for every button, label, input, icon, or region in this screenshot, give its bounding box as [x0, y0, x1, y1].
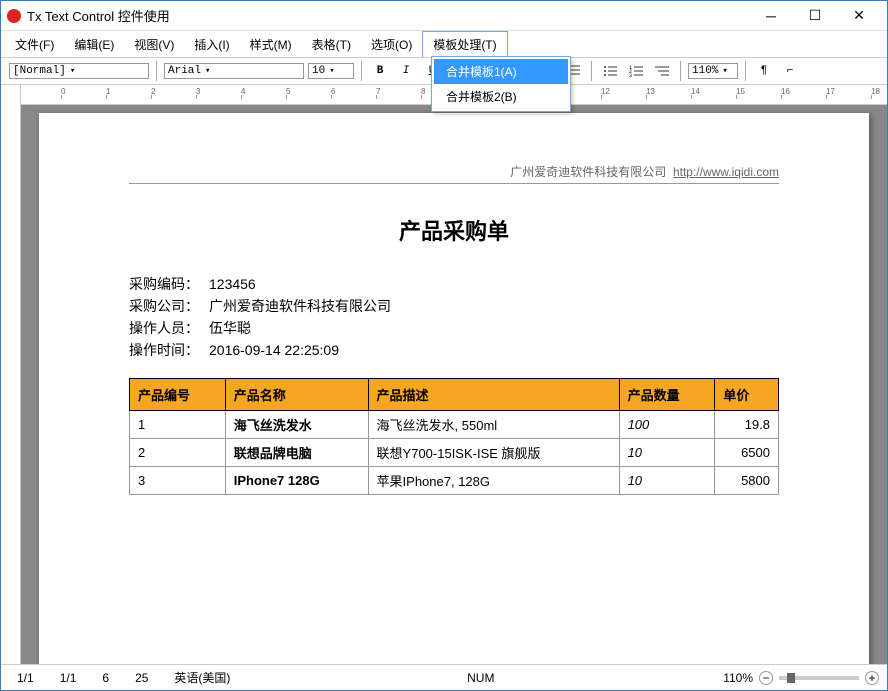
zoom-combo[interactable]: 110%▾	[688, 63, 738, 79]
page-header: 广州爱奇迪软件科技有限公司 http://www.iqidi.com	[129, 163, 779, 184]
status-line: 6	[94, 671, 117, 685]
cell-id: 2	[130, 439, 226, 467]
menu-table[interactable]: 表格(T)	[302, 31, 361, 57]
close-button[interactable]: ✕	[837, 2, 881, 30]
zoom-value: 110%	[723, 671, 753, 685]
menu-options[interactable]: 选项(O)	[361, 31, 422, 57]
status-numlock: NUM	[459, 671, 502, 685]
document-title: 产品采购单	[129, 214, 779, 246]
info-label: 采购公司：	[129, 296, 209, 316]
menu-edit[interactable]: 编辑(E)	[64, 31, 124, 57]
pilcrow-button[interactable]: ¶	[753, 60, 775, 82]
company-name: 广州爱奇迪软件科技有限公司	[510, 165, 666, 179]
cell-desc: 联想Y700-15ISK-ISE 旗舰版	[368, 439, 619, 467]
info-value: 广州爱奇迪软件科技有限公司	[209, 298, 391, 314]
col-header: 产品描述	[368, 379, 619, 411]
maximize-button[interactable]: ☐	[793, 2, 837, 30]
info-row: 采购编码：123456	[129, 274, 779, 294]
info-label: 操作人员：	[129, 318, 209, 338]
cell-price: 19.8	[715, 411, 779, 439]
info-row: 操作时间：2016-09-14 22:25:09	[129, 340, 779, 360]
cell-id: 1	[130, 411, 226, 439]
editor-area: 0123456789101112131415161718 广州爱奇迪软件科技有限…	[1, 85, 887, 664]
menu-template[interactable]: 模板处理(T)	[422, 31, 507, 57]
status-section: 1/1	[52, 671, 85, 685]
app-icon	[7, 9, 21, 23]
titlebar: Tx Text Control 控件使用 ─ ☐ ✕	[1, 1, 887, 31]
menu-insert[interactable]: 插入(I)	[184, 31, 239, 57]
menu-view[interactable]: 视图(V)	[124, 31, 184, 57]
cell-desc: 海飞丝洗发水, 550ml	[368, 411, 619, 439]
info-block: 采购编码：123456采购公司：广州爱奇迪软件科技有限公司操作人员：伍华聪操作时…	[129, 274, 779, 360]
template-dropdown: 合并模板1(A) 合并模板2(B)	[431, 56, 571, 112]
info-label: 操作时间：	[129, 340, 209, 360]
app-window: Tx Text Control 控件使用 ─ ☐ ✕ 文件(F) 编辑(E) 视…	[0, 0, 888, 691]
product-table: 产品编号产品名称产品描述产品数量单价 1海飞丝洗发水海飞丝洗发水, 550ml1…	[129, 378, 779, 495]
merge-template-1[interactable]: 合并模板1(A)	[434, 59, 568, 84]
cell-qty: 10	[619, 439, 715, 467]
cell-price: 6500	[715, 439, 779, 467]
list-bullet-button[interactable]	[599, 60, 621, 82]
cell-qty: 100	[619, 411, 715, 439]
document-canvas[interactable]: 广州爱奇迪软件科技有限公司 http://www.iqidi.com 产品采购单…	[21, 105, 887, 664]
bold-button[interactable]: B	[369, 60, 391, 82]
size-combo[interactable]: 10▾	[308, 63, 354, 79]
window-title: Tx Text Control 控件使用	[27, 6, 749, 25]
merge-template-2[interactable]: 合并模板2(B)	[434, 84, 568, 109]
menu-file[interactable]: 文件(F)	[5, 31, 64, 57]
cell-name: 海飞丝洗发水	[225, 411, 368, 439]
cell-id: 3	[130, 467, 226, 495]
font-combo[interactable]: Arial▾	[164, 63, 304, 79]
cell-name: IPhone7 128G	[225, 467, 368, 495]
table-row: 2联想品牌电脑联想Y700-15ISK-ISE 旗舰版106500	[130, 439, 779, 467]
info-value: 123456	[209, 276, 256, 292]
minimize-button[interactable]: ─	[749, 2, 793, 30]
company-url[interactable]: http://www.iqidi.com	[673, 165, 779, 179]
status-col: 25	[127, 671, 156, 685]
zoom-out-button[interactable]: −	[759, 671, 773, 685]
list-outline-button[interactable]	[651, 60, 673, 82]
info-row: 采购公司：广州爱奇迪软件科技有限公司	[129, 296, 779, 316]
window-controls: ─ ☐ ✕	[749, 2, 881, 30]
zoom-control: 110% − +	[723, 671, 879, 685]
vertical-ruler[interactable]	[1, 85, 21, 664]
list-number-button[interactable]: 123	[625, 60, 647, 82]
cell-name: 联想品牌电脑	[225, 439, 368, 467]
info-row: 操作人员：伍华聪	[129, 318, 779, 338]
italic-button[interactable]: I	[395, 60, 417, 82]
cell-desc: 苹果IPhone7, 128G	[368, 467, 619, 495]
status-language: 英语(美国)	[166, 669, 238, 686]
status-page: 1/1	[9, 671, 42, 685]
svg-text:3: 3	[629, 73, 632, 77]
cell-price: 5800	[715, 467, 779, 495]
info-label: 采购编码：	[129, 274, 209, 294]
cell-qty: 10	[619, 467, 715, 495]
menu-style[interactable]: 样式(M)	[240, 31, 302, 57]
col-header: 产品编号	[130, 379, 226, 411]
page: 广州爱奇迪软件科技有限公司 http://www.iqidi.com 产品采购单…	[39, 113, 869, 664]
zoom-in-button[interactable]: +	[865, 671, 879, 685]
table-row: 1海飞丝洗发水海飞丝洗发水, 550ml10019.8	[130, 411, 779, 439]
marker-button[interactable]: ⌐	[779, 60, 801, 82]
col-header: 产品名称	[225, 379, 368, 411]
info-value: 伍华聪	[209, 320, 251, 336]
menubar: 文件(F) 编辑(E) 视图(V) 插入(I) 样式(M) 表格(T) 选项(O…	[1, 31, 887, 57]
col-header: 产品数量	[619, 379, 715, 411]
statusbar: 1/1 1/1 6 25 英语(美国) NUM 110% − +	[1, 664, 887, 690]
info-value: 2016-09-14 22:25:09	[209, 342, 339, 358]
table-row: 3IPhone7 128G苹果IPhone7, 128G105800	[130, 467, 779, 495]
style-combo[interactable]: [Normal]▾	[9, 63, 149, 79]
zoom-slider[interactable]	[779, 676, 859, 680]
col-header: 单价	[715, 379, 779, 411]
